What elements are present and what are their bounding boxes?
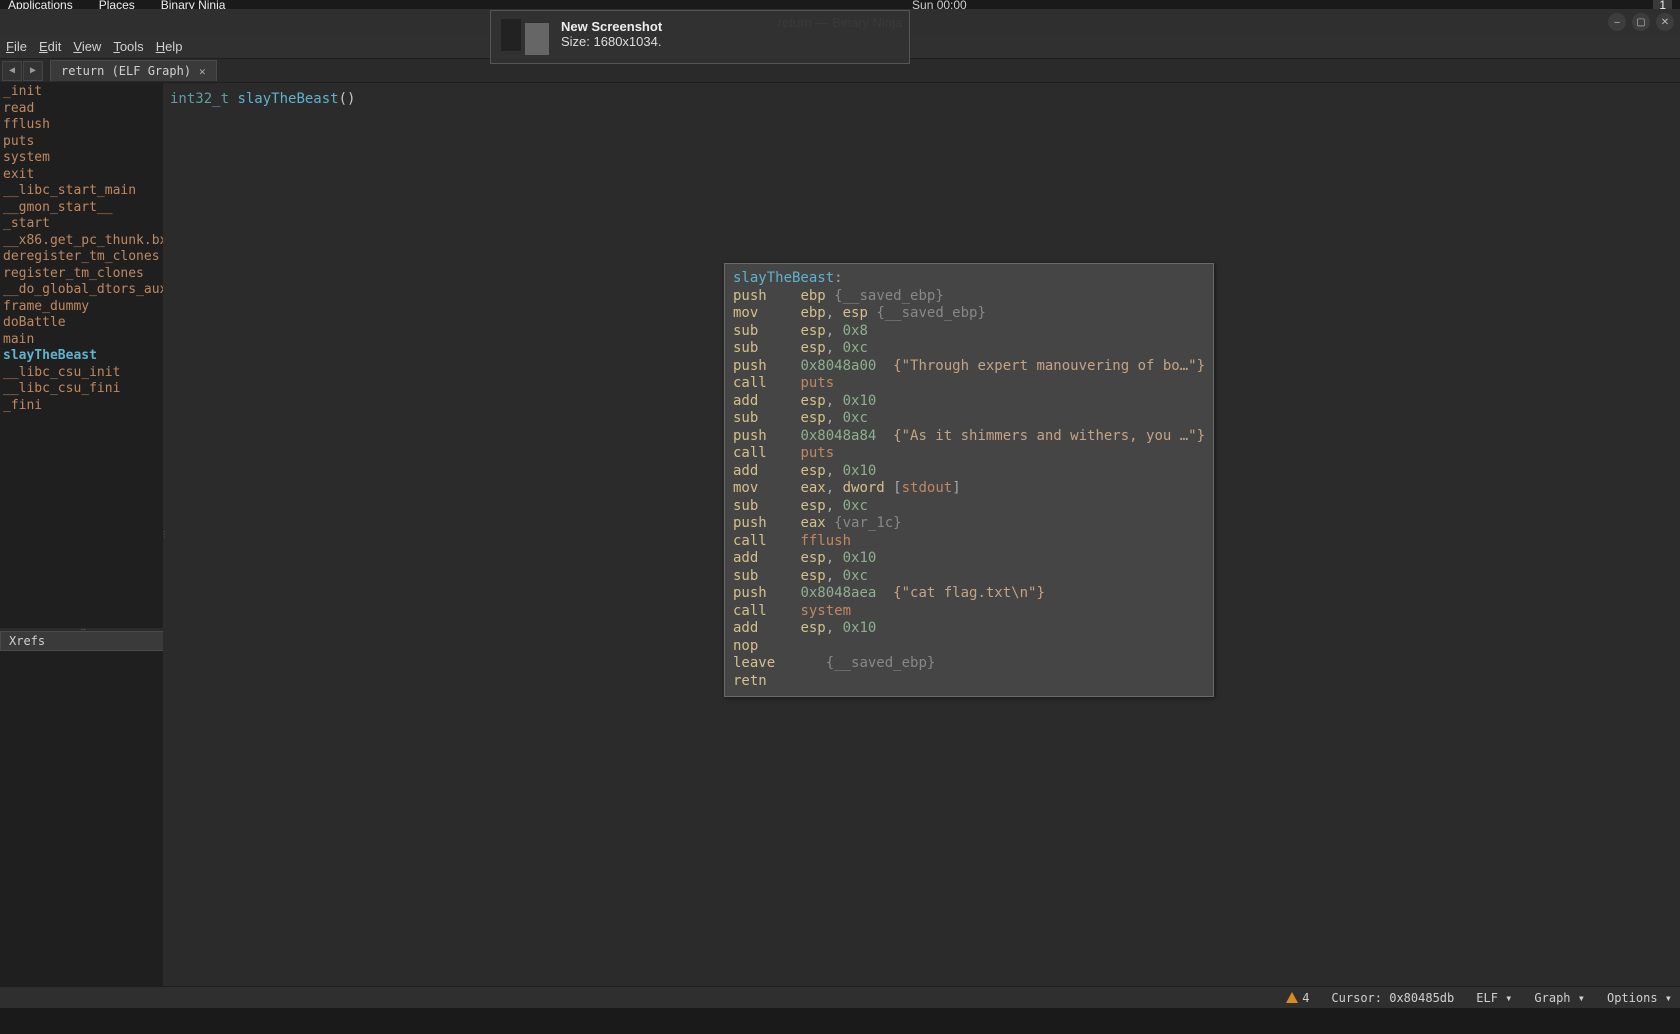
screenshot-notification[interactable]: New Screenshot Size: 1680x1034.: [490, 10, 910, 64]
disasm-line[interactable]: push 0x8048a84 {"As it shimmers and with…: [733, 428, 1205, 446]
symbol-list[interactable]: _initreadfflushputssystemexit__libc_star…: [0, 83, 166, 628]
close-icon[interactable]: ✕: [199, 65, 206, 78]
tab-return-elf-graph[interactable]: return (ELF Graph) ✕: [50, 60, 217, 81]
notification-title: New Screenshot: [561, 19, 662, 34]
disasm-line[interactable]: call system: [733, 603, 1205, 621]
disasm-line[interactable]: call puts: [733, 445, 1205, 463]
disasm-line[interactable]: call fflush: [733, 533, 1205, 551]
disasm-line[interactable]: push 0x8048aea {"cat flag.txt\n"}: [733, 585, 1205, 603]
menu-file[interactable]: File: [6, 39, 27, 54]
disasm-line[interactable]: add esp, 0x10: [733, 550, 1205, 568]
symbol-item[interactable]: exit: [0, 167, 166, 184]
disasm-line[interactable]: leave {__saved_ebp}: [733, 655, 1205, 673]
symbol-item[interactable]: _init: [0, 84, 166, 101]
options-dropdown[interactable]: Options ▾: [1607, 991, 1672, 1005]
symbol-item[interactable]: frame_dummy: [0, 299, 166, 316]
sidebar: _initreadfflushputssystemexit__libc_star…: [0, 83, 166, 986]
disasm-line[interactable]: push eax {var_1c}: [733, 515, 1205, 533]
disasm-line[interactable]: push 0x8048a00 {"Through expert manouver…: [733, 358, 1205, 376]
gnome-top-panel: Applications Places Binary Ninja Sun 00:…: [0, 0, 1680, 9]
menu-view[interactable]: View: [73, 39, 101, 54]
disasm-line[interactable]: sub esp, 0xc: [733, 568, 1205, 586]
close-button[interactable]: ✕: [1656, 13, 1674, 31]
symbol-item[interactable]: __libc_csu_fini: [0, 381, 166, 398]
disasm-line[interactable]: mov ebp, esp {__saved_ebp}: [733, 305, 1205, 323]
notification-body: Size: 1680x1034.: [561, 34, 662, 49]
disasm-line[interactable]: nop: [733, 638, 1205, 656]
disasm-line[interactable]: sub esp, 0x8: [733, 323, 1205, 341]
disasm-line[interactable]: call puts: [733, 375, 1205, 393]
symbol-item[interactable]: fflush: [0, 117, 166, 134]
nav-back-button[interactable]: ◀: [2, 61, 22, 81]
symbol-item[interactable]: __libc_csu_init: [0, 365, 166, 382]
symbol-item[interactable]: deregister_tm_clones: [0, 249, 166, 266]
tab-label: return (ELF Graph): [61, 64, 191, 78]
tabbar: return (ELF Graph) ✕: [44, 59, 217, 83]
symbol-item[interactable]: puts: [0, 134, 166, 151]
symbol-item[interactable]: register_tm_clones: [0, 266, 166, 283]
disasm-line[interactable]: sub esp, 0xc: [733, 498, 1205, 516]
menu-tools[interactable]: Tools: [113, 39, 143, 54]
disasm-line[interactable]: add esp, 0x10: [733, 620, 1205, 638]
view-dropdown[interactable]: Graph ▾: [1534, 991, 1585, 1005]
symbol-item[interactable]: read: [0, 101, 166, 118]
symbol-item[interactable]: _start: [0, 216, 166, 233]
statusbar: 4 Cursor: 0x80485db ELF ▾ Graph ▾ Option…: [0, 986, 1680, 1008]
disasm-line[interactable]: mov eax, dword [stdout]: [733, 480, 1205, 498]
graph-view[interactable]: ⋮ int32_t slayTheBeast() slayTheBeast:pu…: [166, 83, 1680, 986]
function-signature: int32_t slayTheBeast(): [170, 91, 355, 107]
symbol-item[interactable]: _fini: [0, 398, 166, 415]
vertical-splitter[interactable]: ⋮: [163, 83, 166, 986]
symbol-item[interactable]: __do_global_dtors_aux: [0, 282, 166, 299]
menu-edit[interactable]: Edit: [39, 39, 61, 54]
symbol-item[interactable]: main: [0, 332, 166, 349]
thumbnail-icon: [501, 19, 549, 55]
disasm-line[interactable]: sub esp, 0xc: [733, 410, 1205, 428]
symbol-item[interactable]: __x86.get_pc_thunk.bx: [0, 233, 166, 250]
minimize-button[interactable]: –: [1608, 13, 1626, 31]
disasm-line[interactable]: slayTheBeast:: [733, 270, 1205, 288]
xrefs-header[interactable]: Xrefs: [0, 631, 166, 651]
symbol-item[interactable]: system: [0, 150, 166, 167]
symbol-item[interactable]: doBattle: [0, 315, 166, 332]
format-dropdown[interactable]: ELF ▾: [1476, 991, 1512, 1005]
disasm-line[interactable]: retn: [733, 673, 1205, 691]
nav-forward-button[interactable]: ▶: [23, 61, 43, 81]
symbol-item[interactable]: __gmon_start__: [0, 200, 166, 217]
disasm-line[interactable]: push ebp {__saved_ebp}: [733, 288, 1205, 306]
symbol-item[interactable]: __libc_start_main: [0, 183, 166, 200]
disasm-line[interactable]: add esp, 0x10: [733, 393, 1205, 411]
maximize-button[interactable]: ▢: [1632, 13, 1650, 31]
warnings-indicator[interactable]: 4: [1286, 991, 1309, 1005]
warning-icon: [1286, 992, 1298, 1003]
menu-help[interactable]: Help: [156, 39, 183, 54]
disasm-line[interactable]: add esp, 0x10: [733, 463, 1205, 481]
xrefs-panel: [0, 651, 166, 986]
disasm-line[interactable]: sub esp, 0xc: [733, 340, 1205, 358]
bottom-empty-bar: [0, 1008, 1680, 1034]
cursor-position: Cursor: 0x80485db: [1331, 991, 1454, 1005]
basic-block[interactable]: slayTheBeast:push ebp {__saved_ebp}mov e…: [724, 263, 1214, 697]
symbol-item[interactable]: slayTheBeast: [0, 348, 166, 365]
